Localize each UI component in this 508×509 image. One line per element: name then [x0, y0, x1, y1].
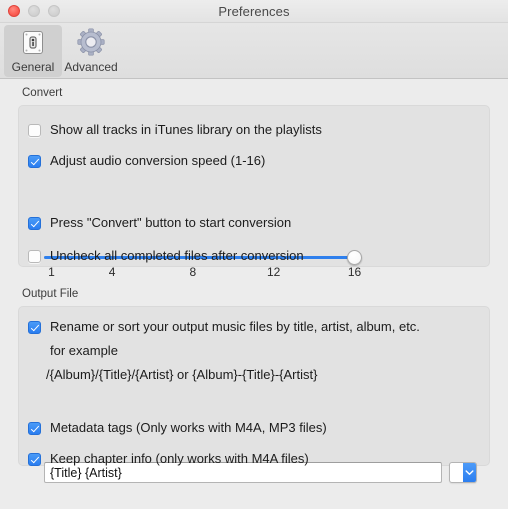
metadata-tags-checkbox[interactable]	[28, 422, 41, 435]
keep-chapter-info-checkbox[interactable]	[28, 453, 41, 466]
gear-icon	[75, 28, 107, 58]
show-all-tracks-label: Show all tracks in iTunes library on the…	[50, 122, 322, 137]
adjust-speed-label: Adjust audio conversion speed (1-16)	[50, 153, 266, 168]
example-heading: for example	[50, 343, 118, 358]
slider-thumb[interactable]	[347, 250, 362, 265]
slider-tick-16: 16	[347, 265, 362, 279]
rename-sort-checkbox[interactable]	[28, 321, 41, 334]
tab-general-label: General	[11, 60, 55, 74]
checkbox-keep-chapter-info[interactable]: Keep chapter info (only works with M4A f…	[28, 451, 309, 467]
adjust-speed-checkbox[interactable]	[28, 155, 41, 168]
preferences-window: Preferences General Advanced Convert Sho…	[0, 0, 508, 509]
metadata-tags-label: Metadata tags (Only works with M4A, MP3 …	[50, 420, 327, 435]
tab-advanced-label: Advanced	[64, 60, 118, 74]
press-convert-label: Press "Convert" button to start conversi…	[50, 215, 292, 230]
window-titlebar: Preferences	[0, 0, 508, 23]
rename-sort-label: Rename or sort your output music files b…	[50, 319, 420, 334]
traffic-lights	[8, 0, 60, 22]
pattern-popup-button[interactable]	[449, 462, 477, 483]
tab-general[interactable]: General	[4, 25, 62, 77]
slider-tick-labels: 1 4 8 12 16	[44, 265, 362, 281]
checkbox-uncheck-completed[interactable]: Uncheck all completed files after conver…	[28, 248, 304, 264]
checkbox-rename-sort[interactable]: Rename or sort your output music files b…	[28, 319, 420, 335]
close-button[interactable]	[8, 5, 20, 17]
slider-tick-12: 12	[267, 265, 281, 279]
checkbox-adjust-speed[interactable]: Adjust audio conversion speed (1-16)	[28, 153, 265, 169]
preferences-content: Convert Show all tracks in iTunes librar…	[0, 79, 508, 509]
chevron-down-icon	[463, 463, 476, 482]
convert-group-label: Convert	[22, 87, 63, 99]
checkbox-press-convert[interactable]: Press "Convert" button to start conversi…	[28, 215, 291, 231]
slider-tick-4: 4	[108, 265, 116, 279]
uncheck-completed-label: Uncheck all completed files after conver…	[50, 248, 304, 263]
example-pattern: /{Album}/{Title}/{Artist} or {Album}-{Ti…	[46, 367, 318, 382]
show-all-tracks-checkbox[interactable]	[28, 124, 41, 137]
output-file-group-label: Output File	[22, 288, 79, 300]
slider-tick-8: 8	[189, 265, 197, 279]
window-title: Preferences	[218, 3, 290, 19]
checkbox-show-all-tracks[interactable]: Show all tracks in iTunes library on the…	[28, 122, 322, 138]
minimize-button[interactable]	[28, 5, 40, 17]
tab-advanced[interactable]: Advanced	[62, 25, 120, 77]
maximize-button[interactable]	[48, 5, 60, 17]
checkbox-metadata-tags[interactable]: Metadata tags (Only works with M4A, MP3 …	[28, 420, 327, 436]
keep-chapter-info-label: Keep chapter info (only works with M4A f…	[50, 451, 309, 466]
uncheck-completed-checkbox[interactable]	[28, 250, 41, 263]
general-switch-icon	[18, 28, 48, 58]
preferences-toolbar: General Advanced	[0, 23, 508, 79]
slider-tick-1: 1	[48, 265, 55, 279]
press-convert-checkbox[interactable]	[28, 217, 41, 230]
